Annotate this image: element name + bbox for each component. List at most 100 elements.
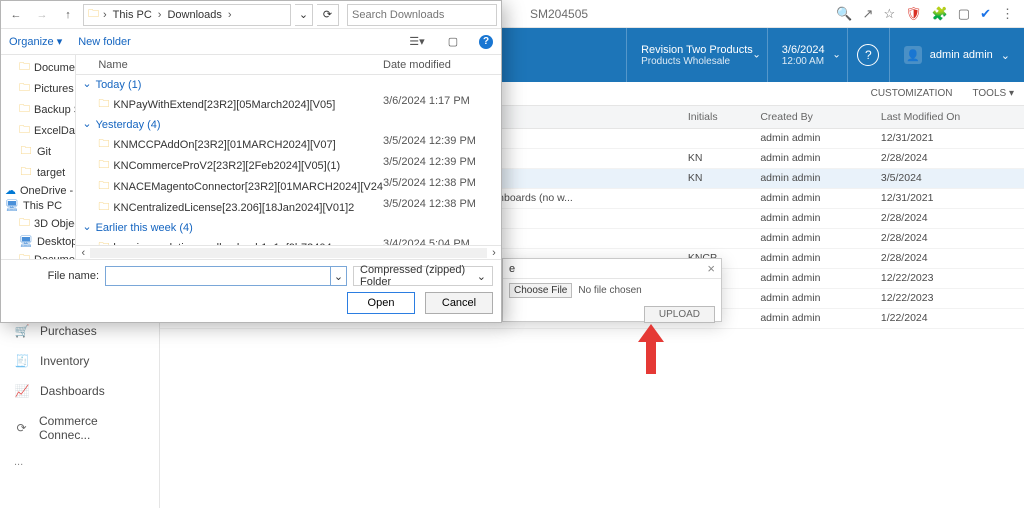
check-shield-icon[interactable]: ✔ (980, 6, 991, 22)
breadcrumb-root[interactable]: This PC (111, 9, 154, 21)
menu-dots-icon[interactable]: ⋮ (1001, 6, 1014, 22)
file-item[interactable]: 🗀KNACEMagentoConnector[23R2][01MARCH2024… (76, 176, 501, 197)
user-menu[interactable]: 👤 admin admin ⌄ (889, 28, 1024, 82)
file-group-header[interactable]: Earlier this week (4) (76, 218, 501, 237)
tree-item[interactable]: 🗀3D Objects (1, 213, 75, 234)
window-icon[interactable]: ▢ (958, 6, 970, 22)
file-group-header[interactable]: Yesterday (4) (76, 115, 501, 134)
nav-back-icon[interactable]: ← (5, 4, 27, 26)
zip-icon: 🗀 (98, 198, 109, 217)
file-name-dropdown-icon[interactable]: ⌄ (331, 266, 347, 286)
nav-tree[interactable]: 🗀Documents📌🗀Pictures📌🗀Backup SC OP🗀Excel… (1, 55, 76, 259)
grid-cell: admin admin (752, 288, 873, 308)
grid-column-header[interactable]: Created By (752, 106, 873, 128)
sidebar-icon: 🧾 (14, 354, 30, 368)
file-name: KNACEMagentoConnector[23R2][01MARCH2024]… (113, 181, 383, 193)
browser-page-id: SM204505 (530, 7, 588, 21)
grid-column-header[interactable]: Initials (680, 106, 752, 128)
grid-cell: 12/31/2021 (873, 128, 1024, 148)
new-folder-button[interactable]: New folder (78, 36, 131, 48)
file-name-input[interactable] (105, 266, 331, 286)
path-dropdown-icon[interactable]: ⌄ (295, 4, 313, 26)
sidebar-more[interactable]: ... (0, 450, 159, 474)
grid-cell: 2/28/2024 (873, 208, 1024, 228)
zip-icon: 🗀 (98, 156, 109, 175)
breadcrumb-folder[interactable]: Downloads (165, 9, 223, 21)
file-group-header[interactable]: Today (1) (76, 75, 501, 94)
tree-item[interactable]: 🗀ExcelDataSheet (1, 120, 75, 141)
scroll-left-icon[interactable]: ‹ (76, 247, 90, 259)
tree-item[interactable]: 🗀Documents (1, 249, 75, 259)
tree-item[interactable]: 🗀Backup SC OP (1, 99, 75, 120)
file-item[interactable]: 🗀KNCommerceProV2[23R2][2Feb2024][V05](1)… (76, 155, 501, 176)
open-button[interactable]: Open (347, 292, 415, 314)
grid-cell: 12/31/2021 (873, 188, 1024, 208)
cancel-button[interactable]: Cancel (425, 292, 493, 314)
fld-icon: 🗀 (19, 121, 30, 140)
business-date-selector[interactable]: 3/6/2024 12:00 AM ⌄ (767, 28, 847, 82)
help-icon[interactable]: ? (479, 35, 493, 49)
breadcrumb[interactable]: 🗀 › This PC › Downloads › (83, 4, 291, 26)
search-box[interactable] (347, 4, 497, 26)
tree-item[interactable]: 🗀Git (1, 141, 75, 162)
file-item[interactable]: 🗀 KNCentralizedLicense[23.206][18Jan2024]… (76, 197, 501, 218)
grid-cell: admin admin (752, 248, 873, 268)
sidebar-item[interactable]: 📈Dashboards (0, 376, 159, 406)
col-name[interactable]: Name (76, 59, 383, 71)
col-date[interactable]: Date modified (383, 59, 501, 71)
help-icon: ? (857, 44, 879, 66)
file-item[interactable]: 🗀KNPayWithExtend[23R2][05March2024][V05]… (76, 94, 501, 115)
grid-cell: 2/28/2024 (873, 248, 1024, 268)
horizontal-scrollbar[interactable]: ‹ › (76, 245, 501, 259)
tree-item[interactable]: ☁OneDrive - Kensiu (1, 183, 75, 198)
nav-up-icon[interactable]: ↑ (57, 4, 79, 26)
grid-column-header[interactable]: Last Modified On (873, 106, 1024, 128)
chevron-down-icon: ⌄ (752, 50, 760, 61)
chevron-right-icon: › (156, 9, 164, 21)
grid-cell: admin admin (752, 148, 873, 168)
nav-forward-icon[interactable]: → (31, 4, 53, 26)
tree-item[interactable]: 🖥Desktop (1, 234, 75, 249)
refresh-icon[interactable]: ⟳ (317, 4, 339, 26)
sidebar-item-label: Commerce Connec... (39, 414, 145, 442)
file-name: KNCentralizedLicense[23.206][18Jan2024][… (113, 202, 354, 214)
file-item[interactable]: 🗀kensium-solutions-sellercloud-1e1af9b73… (76, 237, 501, 245)
tools-menu[interactable]: TOOLS ▾ (972, 88, 1014, 99)
grid-cell: admin admin (752, 188, 873, 208)
chevron-right-icon: › (101, 9, 109, 21)
star-icon[interactable]: ☆ (883, 6, 895, 22)
column-headers[interactable]: Name Date modified (76, 55, 501, 75)
fld-icon: 🗀 (19, 163, 33, 182)
sidebar-item[interactable]: 🧾Inventory (0, 346, 159, 376)
shield-icon[interactable]: 🛡 (905, 6, 922, 22)
share-icon[interactable]: ↗ (863, 6, 874, 22)
grid-cell: admin admin (752, 308, 873, 328)
command-bar: Organize ▾ New folder ☰▾ ▢ ? (1, 29, 501, 55)
company-selector[interactable]: Revision Two Products Products Wholesale… (626, 28, 767, 82)
chevron-down-icon: ⌄ (832, 50, 840, 61)
help-button[interactable]: ? (847, 28, 889, 82)
grid-cell: 12/22/2023 (873, 288, 1024, 308)
tree-item[interactable]: 🗀target (1, 162, 75, 183)
magnify-icon[interactable]: 🔍 (836, 6, 852, 22)
upload-button[interactable]: UPLOAD (644, 306, 715, 323)
puzzle-icon[interactable]: 🧩 (932, 6, 948, 22)
choose-file-button[interactable]: Choose File (509, 283, 572, 298)
view-options-icon[interactable]: ☰▾ (407, 33, 427, 51)
file-date: 3/6/2024 1:17 PM (383, 95, 501, 114)
preview-pane-icon[interactable]: ▢ (443, 33, 463, 51)
customization-menu[interactable]: CUSTOMIZATION (871, 88, 953, 99)
upload-dialog-title: e (509, 263, 515, 275)
scroll-right-icon[interactable]: › (487, 247, 501, 259)
close-icon[interactable]: × (707, 261, 715, 276)
file-type-filter[interactable]: Compressed (zipped) Folder ⌄ (353, 266, 493, 286)
organize-menu[interactable]: Organize ▾ (9, 35, 62, 48)
tree-item[interactable]: 🖥This PC (1, 198, 75, 213)
sidebar-item[interactable]: ⟳ Commerce Connec... (0, 406, 159, 450)
search-input[interactable] (352, 9, 492, 21)
tree-item[interactable]: 🗀Documents📌 (1, 57, 75, 78)
sidebar-icon: 📈 (14, 384, 30, 398)
sidebar-icon: ⟳ (14, 421, 29, 435)
tree-item[interactable]: 🗀Pictures📌 (1, 78, 75, 99)
file-item[interactable]: 🗀KNMCCPAddOn[23R2][01MARCH2024][V07]3/5/… (76, 134, 501, 155)
